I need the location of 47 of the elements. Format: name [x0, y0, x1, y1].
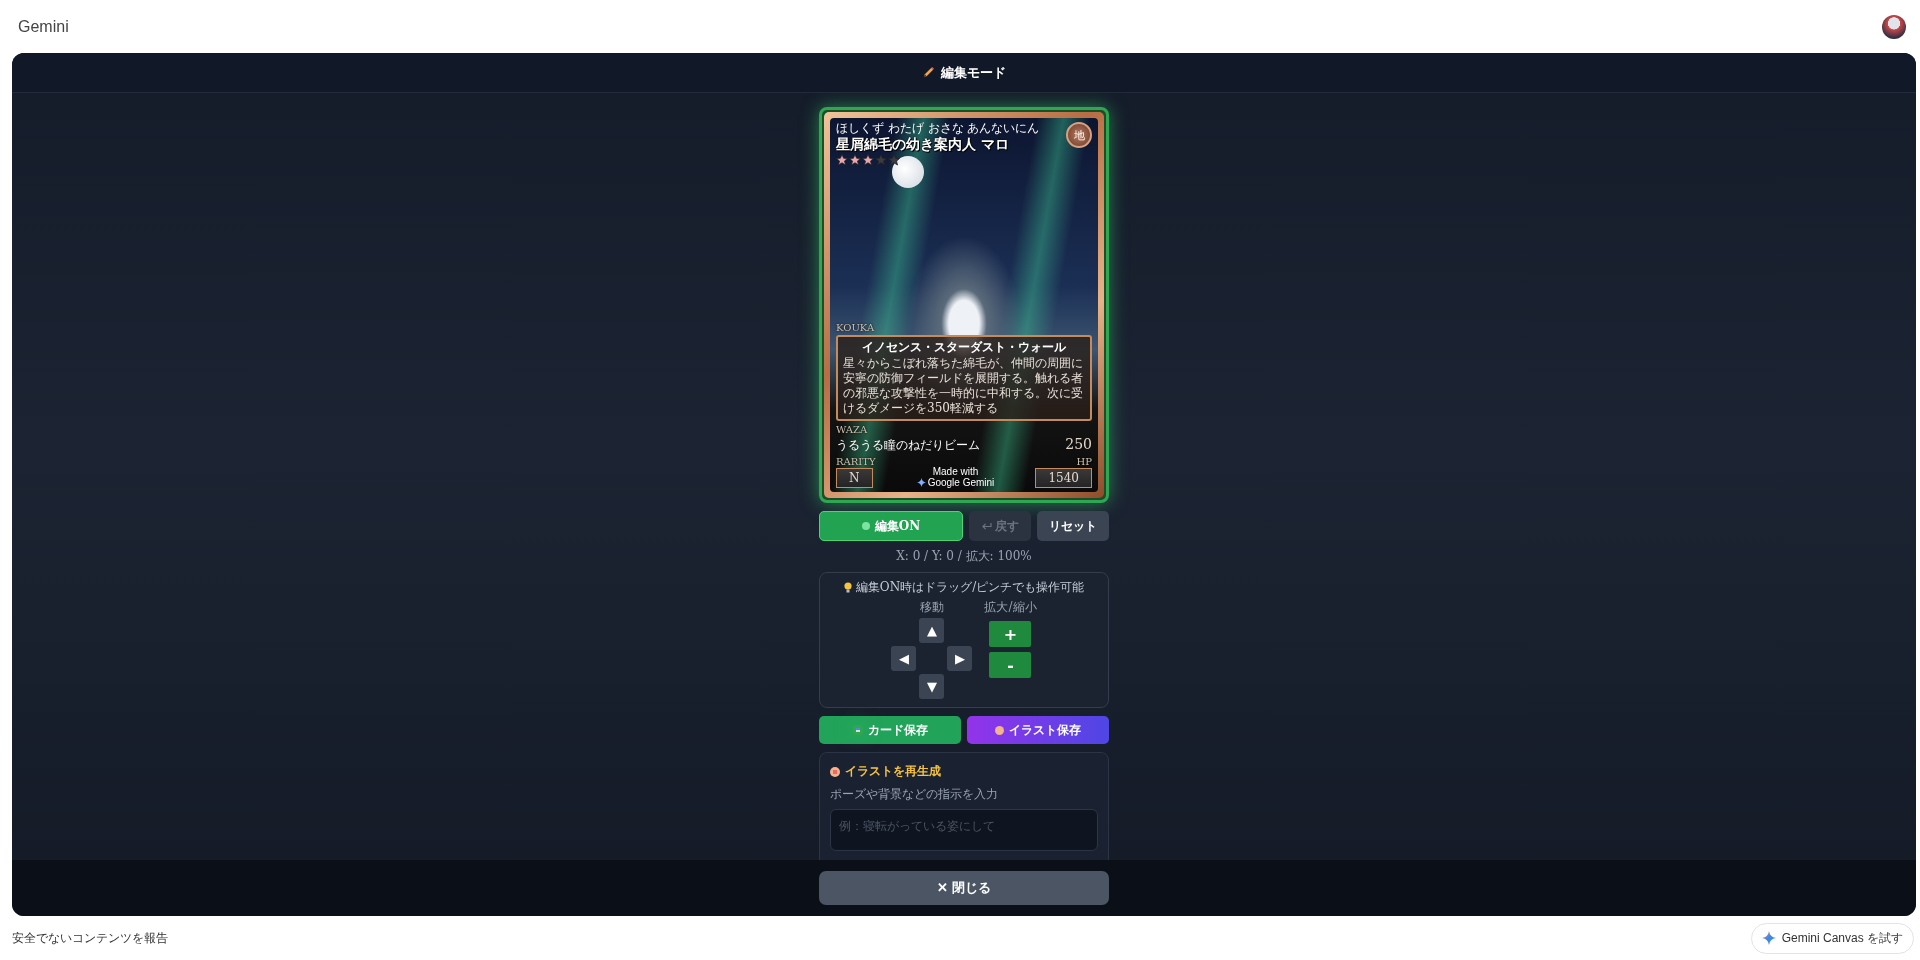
star-icon	[849, 154, 861, 167]
prompt-label: ポーズや背景などの指示を入力	[830, 786, 999, 803]
sparkle-icon	[1761, 931, 1776, 945]
card-name-reading: ほしくず わたげ おさな あんないにん	[836, 122, 1040, 136]
waza-label: WAZA	[836, 424, 869, 436]
undo-arrow-icon	[981, 521, 992, 531]
element-badge: 地	[1066, 122, 1092, 148]
pencil-icon	[922, 66, 935, 79]
hp-label: HP	[1076, 456, 1092, 468]
save-button[interactable]: イラスト保存	[967, 716, 1109, 744]
star-icon	[888, 154, 900, 167]
effect-label: KOUKA	[836, 322, 876, 335]
palette-icon	[830, 766, 840, 777]
effect-text: 星々からこぼれ落ちた綿毛が、仲間の周囲に安寧の防御フィールドを展開する。触れる者の邪悪な攻撃性を一時的に中和する。次に受けるダメージを350軽減する	[843, 356, 1084, 416]
position-status: X: 0 / Y: 0 / 拡大: 100%	[895, 548, 1033, 565]
pad-hint: 編集ON時はドラッグ/ピンチでも操作可能	[855, 579, 1085, 596]
made-with-brand: Google Gemini	[927, 477, 995, 488]
star-icon	[836, 154, 848, 167]
waza-power: 250	[1065, 436, 1092, 452]
star-icon	[875, 154, 887, 167]
lightbulb-icon	[843, 582, 852, 593]
arrow-up-button[interactable]: ▲	[919, 618, 945, 643]
moon-drawing	[892, 156, 924, 188]
arrow-left-button[interactable]: ◀	[891, 646, 917, 671]
arrow-right-button[interactable]: ▶	[947, 646, 973, 671]
regenerate-title: イラストを再生成	[845, 763, 941, 780]
report-link[interactable]: 安全でないコンテンツを報告	[12, 929, 168, 947]
rarity-label: RARITY	[836, 456, 876, 468]
move-label: 移動	[919, 599, 944, 616]
zoom-in-button[interactable]: +	[989, 621, 1032, 647]
effect-title: イノセンス・スターダスト・ウォール	[862, 340, 1066, 356]
star-icon	[862, 154, 874, 167]
arrow-down-button[interactable]: ▼	[919, 674, 945, 699]
card-name: 星屑綿毛の幼き案内人 マロ	[836, 135, 1009, 154]
app-title: Gemini	[18, 17, 69, 36]
sparkle-icon	[916, 478, 926, 487]
hp-ribbon: 1540	[1035, 468, 1092, 488]
zoom-label: 拡大/縮小	[984, 599, 1037, 616]
reset-button[interactable]: リセット	[1037, 511, 1109, 541]
waza-name: うるうる瞳のねだりビーム	[836, 437, 980, 454]
zoom-out-button[interactable]: -	[989, 652, 1032, 678]
panel-title: 編集モード	[941, 63, 1006, 82]
close-button[interactable]: ✕ 閉じる	[819, 871, 1109, 905]
try-canvas-button[interactable]: Gemini Canvas を試す	[1750, 922, 1914, 954]
made-with-text: Made with	[932, 467, 979, 477]
avatar-icon[interactable]	[1882, 14, 1906, 39]
rarity-ribbon: N	[836, 468, 873, 488]
